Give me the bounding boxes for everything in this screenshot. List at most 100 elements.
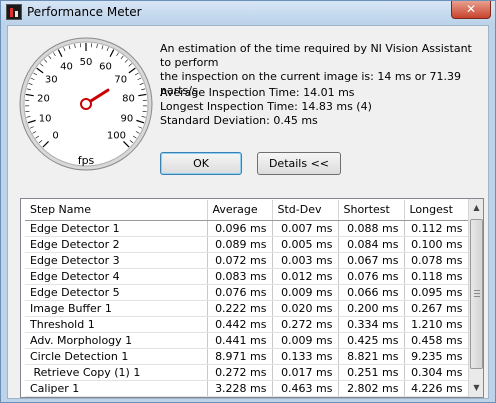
table-row[interactable]: Edge Detector 4 0.083 ms 0.012 ms 0.076 ms 0… — [25, 268, 469, 285]
average-time: Average Inspection Time: 14.01 ms — [160, 86, 355, 99]
scroll-thumb[interactable] — [470, 219, 483, 369]
title-bar[interactable]: Performance Meter ✕ — [1, 1, 495, 23]
timing-cell: 0.076 ms — [207, 284, 273, 301]
table-row[interactable]: Adv. Morphology 1 0.441 ms 0.009 ms 0.425 m… — [25, 332, 469, 349]
step-name-cell: Circle Detection 1 — [25, 348, 208, 365]
step-name-cell: Caliper 1 — [25, 380, 208, 397]
vertical-scrollbar[interactable]: ▲ ▼ — [468, 199, 483, 397]
timing-cell: 8.971 ms — [207, 348, 273, 365]
timing-cell: 0.007 ms — [272, 220, 339, 237]
table-row[interactable]: Edge Detector 5 0.076 ms 0.009 ms 0.066 ms 0… — [25, 284, 469, 301]
timing-cell: 0.003 ms — [272, 252, 339, 269]
longest-time: Longest Inspection Time: 14.83 ms (4) — [160, 100, 372, 113]
timing-cell: 0.066 ms — [338, 284, 405, 301]
table-row[interactable]: Edge Detector 3 0.072 ms 0.003 ms 0.067 ms 0… — [25, 252, 469, 269]
performance-meter-window: Performance Meter ✕ 0 10 20 30 40 50 60 70 80 90 1… — [0, 0, 496, 403]
timing-cell: 0.458 ms — [404, 332, 469, 349]
timing-cell: 0.009 ms — [272, 332, 339, 349]
step-name-cell: Edge Detector 5 — [25, 284, 208, 301]
timing-cell: 0.463 ms — [272, 380, 339, 397]
dialog-body: 0 10 20 30 40 50 60 70 80 90 100 fps An estimation… — [7, 25, 489, 399]
timing-cell: 0.076 ms — [338, 268, 405, 285]
app-icon — [6, 4, 22, 20]
timing-cell: 0.133 ms — [272, 348, 339, 365]
gauge-tick-label: 20 — [37, 93, 50, 104]
timing-cell: 0.020 ms — [272, 300, 339, 317]
table-row[interactable]: Threshold 1 0.442 ms 0.272 ms 0.334 ms 1.210… — [25, 316, 469, 333]
gauge-tick-label: 30 — [45, 75, 58, 86]
timing-cell: 0.005 ms — [272, 236, 339, 253]
gauge-unit-label: fps — [78, 154, 95, 167]
timing-cell: 3.228 ms — [207, 380, 273, 397]
details-button[interactable]: Details << — [257, 152, 341, 175]
timing-cell: 0.272 ms — [272, 316, 339, 333]
column-header-std-dev[interactable]: Std-Dev — [272, 200, 339, 221]
timing-cell: 0.089 ms — [207, 236, 273, 253]
column-header-longest[interactable]: Longest — [404, 200, 469, 221]
scroll-up-icon[interactable]: ▲ — [470, 200, 483, 216]
table-row[interactable]: Retrieve Copy (1) 1 0.272 ms 0.017 ms 0.251… — [25, 364, 469, 381]
timing-cell: 9.235 ms — [404, 348, 469, 365]
step-name-cell: Edge Detector 1 — [25, 220, 208, 237]
timing-cell: 0.009 ms — [272, 284, 339, 301]
table-row[interactable]: Image Buffer 1 0.222 ms 0.020 ms 0.200 ms 0.… — [25, 300, 469, 317]
timing-cell: 0.222 ms — [207, 300, 273, 317]
gauge-hub — [80, 98, 92, 110]
step-name-cell: Image Buffer 1 — [25, 300, 208, 317]
gauge-tick-label: 10 — [39, 113, 52, 124]
gauge-tick-label: 80 — [122, 93, 135, 104]
step-name-cell: Edge Detector 2 — [25, 236, 208, 253]
table-row[interactable]: Edge Detector 1 0.096 ms 0.007 ms 0.088 ms 0… — [25, 220, 469, 237]
table-row[interactable]: Edge Detector 2 0.089 ms 0.005 ms 0.084 ms 0… — [25, 236, 469, 253]
gauge-tick-label: 0 — [52, 130, 58, 141]
timing-cell: 0.067 ms — [338, 252, 405, 269]
close-button[interactable]: ✕ — [451, 1, 491, 19]
timing-cell: 0.100 ms — [404, 236, 469, 253]
step-name-cell: Retrieve Copy (1) 1 — [25, 364, 208, 381]
standard-deviation: Standard Deviation: 0.45 ms — [160, 114, 318, 127]
column-header-step-name[interactable]: Step Name — [25, 200, 208, 221]
timing-cell: 0.441 ms — [207, 332, 273, 349]
timing-cell: 0.304 ms — [404, 364, 469, 381]
timing-cell: 0.334 ms — [338, 316, 405, 333]
close-icon: ✕ — [465, 2, 477, 16]
step-name-cell: Edge Detector 3 — [25, 252, 208, 269]
column-header-average[interactable]: Average — [207, 200, 273, 221]
timing-cell: 2.802 ms — [338, 380, 405, 397]
gauge-tick-label: 70 — [114, 75, 127, 86]
timing-cell: 0.425 ms — [338, 332, 405, 349]
timing-cell: 0.442 ms — [207, 316, 273, 333]
scroll-down-icon[interactable]: ▼ — [470, 380, 483, 396]
timing-cell: 0.267 ms — [404, 300, 469, 317]
gauge-tick-label: 100 — [107, 130, 126, 141]
timing-cell: 8.821 ms — [338, 348, 405, 365]
timing-cell: 1.210 ms — [404, 316, 469, 333]
step-name-cell: Edge Detector 4 — [25, 268, 208, 285]
timing-cell: 0.072 ms — [207, 252, 273, 269]
timing-cell: 0.083 ms — [207, 268, 273, 285]
step-name-cell: Threshold 1 — [25, 316, 208, 333]
gauge-tick-label: 90 — [121, 113, 134, 124]
gauge-tick-label: 60 — [99, 62, 112, 73]
fps-gauge: 010 20 3040 50 6070 80 90 100 fps — [19, 37, 153, 171]
timing-cell: 0.096 ms — [207, 220, 273, 237]
estimation-line-1: An estimation of the time required by NI… — [160, 42, 472, 69]
step-name-cell: Adv. Morphology 1 — [25, 332, 208, 349]
table-row[interactable]: Circle Detection 1 8.971 ms 0.133 ms 8.821 … — [25, 348, 469, 365]
timing-cell: 4.226 ms — [404, 380, 469, 397]
timing-cell: 0.017 ms — [272, 364, 339, 381]
timing-cell: 0.084 ms — [338, 236, 405, 253]
gauge-tick-label: 50 — [80, 57, 93, 68]
column-header-shortest[interactable]: Shortest — [338, 200, 405, 221]
timing-cell: 0.088 ms — [338, 220, 405, 237]
timing-cell: 0.272 ms — [207, 364, 273, 381]
inspection-stats: Average Inspection Time: 14.01 ms Longes… — [160, 86, 372, 128]
timing-cell: 0.118 ms — [404, 268, 469, 285]
window-title: Performance Meter — [27, 5, 142, 19]
timing-cell: 0.078 ms — [404, 252, 469, 269]
table-header-row: Step Name Average Std-Dev Shortest Longe… — [25, 200, 469, 221]
timing-cell: 0.112 ms — [404, 220, 469, 237]
ok-button[interactable]: OK — [160, 152, 242, 175]
step-timing-table[interactable]: Step Name Average Std-Dev Shortest Longe… — [20, 198, 484, 398]
table-row[interactable]: Caliper 1 3.228 ms 0.463 ms 2.802 ms 4.226 m… — [25, 380, 469, 397]
